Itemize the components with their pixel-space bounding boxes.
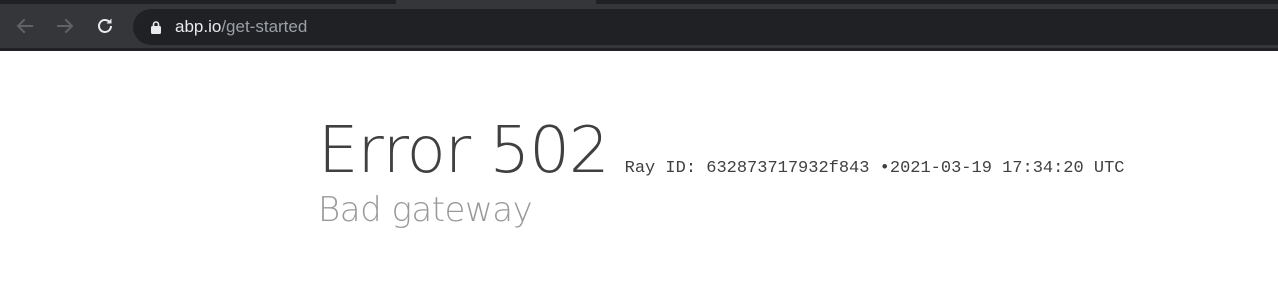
forward-button[interactable]	[51, 12, 79, 40]
ray-info: Ray ID: 632873717932f843 •2021-03-19 17:…	[625, 159, 1125, 178]
arrow-right-icon	[57, 18, 74, 34]
tab-strip	[0, 0, 1278, 4]
address-bar[interactable]: abp.io/get-started	[133, 9, 1278, 45]
url-text[interactable]: abp.io/get-started	[175, 17, 307, 37]
error-content: Error 502 Ray ID: 632873717932f843 •2021…	[318, 112, 1125, 232]
timestamp: 2021-03-19 17:34:20 UTC	[889, 159, 1125, 178]
browser-toolbar: abp.io/get-started	[0, 0, 1278, 51]
error-title: Error 502	[318, 114, 610, 188]
back-button[interactable]	[11, 12, 39, 40]
reload-button[interactable]	[91, 12, 119, 40]
error-subtitle: Bad gateway	[318, 190, 533, 230]
separator-dot: •	[879, 159, 890, 178]
reload-icon	[98, 18, 112, 33]
lock-icon[interactable]	[149, 20, 163, 34]
error-header: Error 502 Ray ID: 632873717932f843 •2021…	[318, 112, 1125, 190]
url-host: abp.io	[175, 17, 222, 36]
url-path: /get-started	[221, 17, 308, 36]
arrow-left-icon	[16, 18, 33, 34]
ray-id: Ray ID: 632873717932f843	[624, 159, 870, 178]
active-tab[interactable]	[396, 0, 596, 4]
